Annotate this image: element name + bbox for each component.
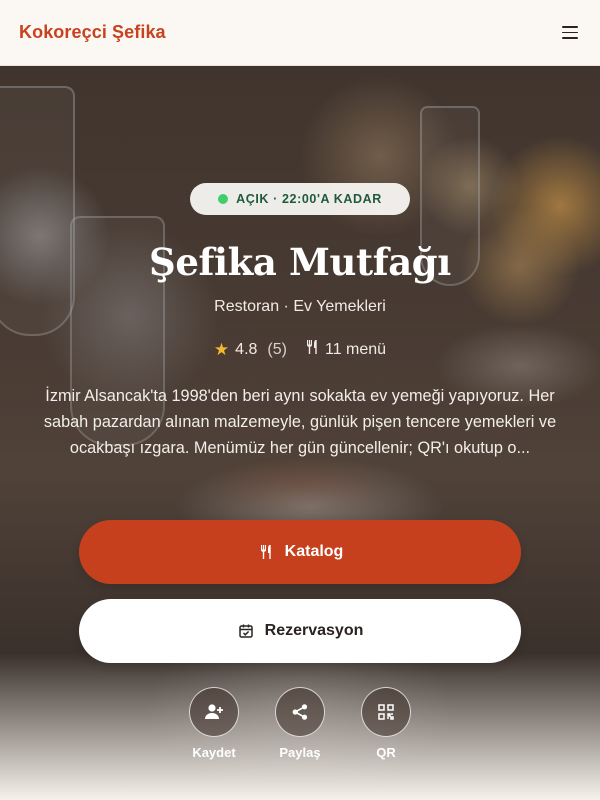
top-bar: Kokoreçci Şefika — [0, 0, 600, 66]
add-user-icon — [189, 687, 239, 737]
restaurant-name: Şefika Mutfağı — [149, 240, 451, 284]
menu-count: 11 menü — [305, 339, 386, 360]
open-status-badge: AÇIK · 22:00'A KADAR — [190, 183, 410, 215]
menu-count-text: 11 menü — [324, 340, 387, 358]
quick-actions: Kaydet Paylaş QR — [0, 687, 600, 760]
status-text: AÇIK · 22:00'A KADAR — [236, 192, 382, 206]
qr-code-icon — [361, 687, 411, 737]
qr-action-label: QR — [376, 745, 396, 760]
star-icon: ★ — [213, 339, 230, 359]
rating[interactable]: ★ 4.8 (5) — [214, 340, 287, 360]
utensils-icon — [305, 339, 319, 360]
catalog-button-label: Katalog — [284, 543, 344, 560]
status-dot-icon — [218, 194, 229, 204]
save-action[interactable]: Kaydet — [189, 687, 239, 760]
rating-value: 4.8 — [235, 340, 258, 358]
catalog-button[interactable]: Katalog — [79, 520, 521, 584]
share-icon — [275, 687, 325, 737]
save-action-label: Kaydet — [192, 745, 236, 760]
utensils-icon — [257, 543, 275, 561]
restaurant-description: İzmir Alsancak'ta 1998'den beri aynı sok… — [43, 387, 557, 457]
calendar-check-icon — [237, 622, 255, 640]
restaurant-category: Restoran · Ev Yemekleri — [214, 298, 386, 315]
share-action-label: Paylaş — [279, 745, 321, 760]
qr-action[interactable]: QR — [361, 687, 411, 760]
review-count: (5) — [267, 340, 287, 358]
restaurant-meta: ★ 4.8 (5) 11 menü — [0, 339, 600, 360]
reservation-button[interactable]: Rezervasyon — [79, 599, 521, 663]
share-action[interactable]: Paylaş — [275, 687, 325, 760]
brand-logo-text[interactable]: Kokoreçci Şefika — [19, 22, 166, 43]
reservation-button-label: Rezervasyon — [264, 622, 364, 639]
hamburger-menu-icon[interactable] — [552, 20, 578, 46]
